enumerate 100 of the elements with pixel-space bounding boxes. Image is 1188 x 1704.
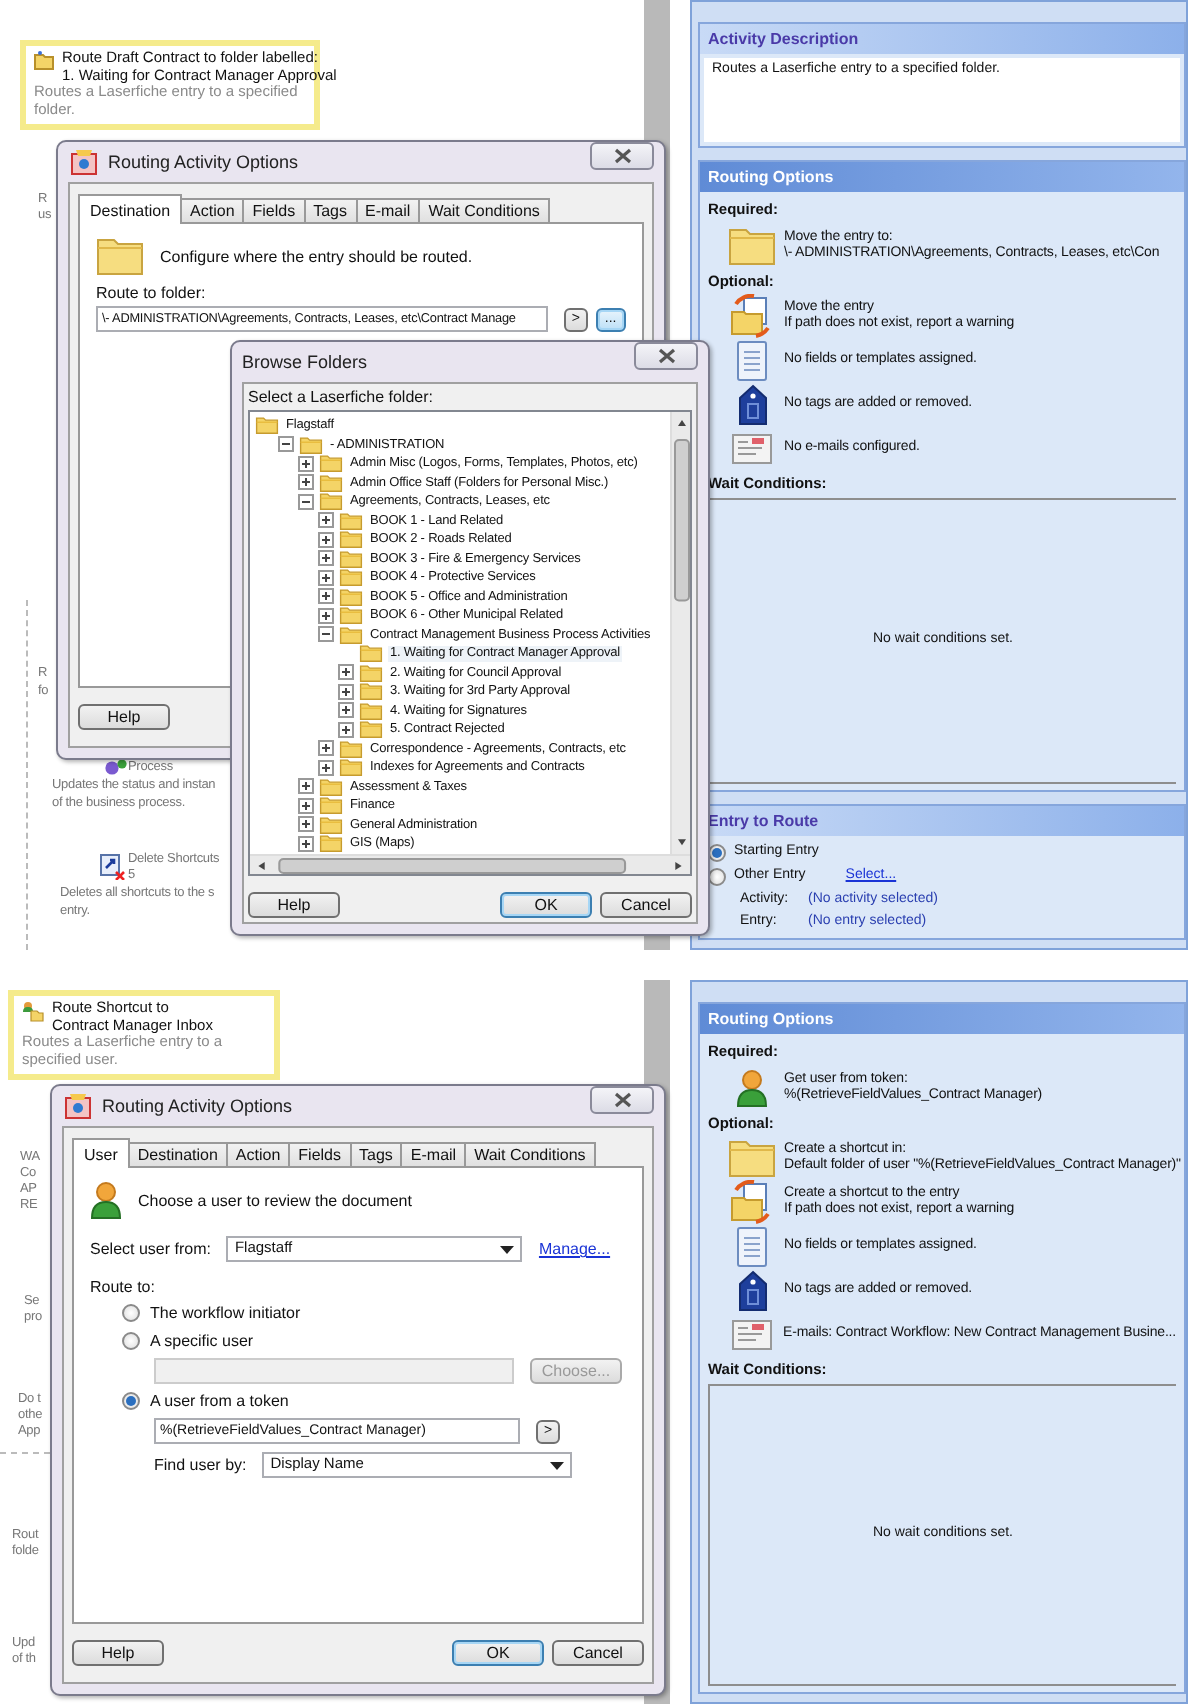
close-icon xyxy=(613,1092,631,1108)
folder-icon xyxy=(358,663,384,682)
folder-icon xyxy=(338,568,364,587)
help-button[interactable]: Help xyxy=(78,703,170,730)
cancel-button[interactable]: Cancel xyxy=(552,1639,644,1666)
expander-icon[interactable] xyxy=(298,493,314,510)
section-header: Routing Options xyxy=(700,162,1184,192)
tab[interactable]: Wait Conditions xyxy=(418,198,550,223)
tab[interactable]: Wait Conditions xyxy=(464,1142,596,1167)
process-icon xyxy=(104,758,128,776)
instruction-text: Choose a user to review the document xyxy=(138,1191,412,1210)
tab[interactable]: Fields xyxy=(242,198,306,223)
radio-label: A user from a token xyxy=(150,1391,289,1411)
folder-icon xyxy=(318,796,344,815)
scrollbar[interactable] xyxy=(250,853,690,874)
tab[interactable]: Destination xyxy=(127,1142,228,1167)
cancel-button[interactable]: Cancel xyxy=(600,891,692,918)
delete-shortcut-icon xyxy=(100,854,126,880)
folder-icon xyxy=(338,549,364,568)
expander-icon[interactable] xyxy=(318,740,334,757)
help-button[interactable]: Help xyxy=(248,891,340,918)
expander-icon[interactable] xyxy=(318,607,334,624)
close-button[interactable] xyxy=(590,1086,654,1114)
expander-icon[interactable] xyxy=(298,816,314,833)
radio-button[interactable] xyxy=(122,1331,140,1350)
folder-icon xyxy=(358,701,384,720)
email-icon xyxy=(728,1319,776,1350)
folder-icon xyxy=(338,587,364,606)
expander-icon[interactable] xyxy=(278,436,294,453)
tree-label: Select a Laserfiche folder: xyxy=(248,388,435,407)
dropdown-icon xyxy=(500,1245,515,1254)
radio-button[interactable] xyxy=(122,1304,140,1323)
folder-icon xyxy=(318,777,344,796)
scrollbar[interactable] xyxy=(670,412,690,854)
folder-icon xyxy=(358,682,384,701)
user-folder-icon xyxy=(22,1000,44,1022)
field-label: Select user from: xyxy=(90,1240,211,1259)
expander-icon[interactable] xyxy=(338,702,354,719)
expander-icon[interactable] xyxy=(318,569,334,586)
tab[interactable]: Fields xyxy=(288,1142,351,1167)
user-name-field[interactable] xyxy=(154,1357,514,1384)
field-label: Route to: xyxy=(90,1278,157,1297)
folder-icon xyxy=(318,834,344,853)
ok-button[interactable]: OK xyxy=(452,1639,544,1666)
field-label: Find user by: xyxy=(154,1456,247,1475)
manage-link[interactable]: Manage... xyxy=(538,1240,611,1259)
section-header: Activity Description xyxy=(700,24,1184,54)
tab[interactable]: Action xyxy=(180,198,245,223)
folder-icon xyxy=(728,1138,776,1179)
close-icon xyxy=(613,148,631,164)
close-icon xyxy=(657,348,675,364)
expander-icon[interactable] xyxy=(298,835,314,852)
expander-icon[interactable] xyxy=(298,474,314,491)
folder-icon xyxy=(338,530,364,549)
tab[interactable]: Tags xyxy=(349,1142,403,1167)
dropdown-icon xyxy=(550,1461,565,1470)
section-header: Routing Options xyxy=(700,1004,1184,1034)
expander-icon[interactable] xyxy=(318,626,334,643)
folder-icon xyxy=(254,416,280,435)
close-button[interactable] xyxy=(634,342,698,370)
expander-icon[interactable] xyxy=(298,455,314,472)
email-icon xyxy=(728,433,776,464)
dialog-icon xyxy=(62,1090,94,1122)
dialog-title: Routing Activity Options xyxy=(102,1095,293,1117)
expander-icon[interactable] xyxy=(298,778,314,795)
tab[interactable]: Action xyxy=(225,1142,291,1167)
expander-icon[interactable] xyxy=(318,588,334,605)
close-button[interactable] xyxy=(590,142,654,170)
expander-icon[interactable] xyxy=(318,759,334,776)
tab[interactable]: Tags xyxy=(303,198,358,223)
folder-icon xyxy=(338,625,364,644)
folder-icon xyxy=(318,454,344,473)
folder-icon xyxy=(338,511,364,530)
folder-icon xyxy=(728,225,776,266)
help-button[interactable]: Help xyxy=(72,1639,164,1666)
expander-icon[interactable] xyxy=(318,531,334,548)
folder-icon xyxy=(298,435,324,454)
tab[interactable]: User xyxy=(72,1138,130,1169)
radio-label: The workflow initiator xyxy=(150,1304,301,1324)
expander-icon[interactable] xyxy=(318,550,334,567)
radio-button[interactable] xyxy=(122,1392,140,1411)
tab[interactable]: Destination xyxy=(78,194,183,225)
field-label: Route to folder: xyxy=(96,284,208,303)
folder-icon xyxy=(318,473,344,492)
folder-icon xyxy=(318,815,344,834)
folder-icon xyxy=(338,606,364,625)
expander-icon[interactable] xyxy=(298,797,314,814)
dialog-icon xyxy=(68,146,100,178)
ok-button[interactable]: OK xyxy=(500,891,592,918)
folder-icon xyxy=(34,50,54,70)
folder-icon xyxy=(338,739,364,758)
expander-icon[interactable] xyxy=(338,721,354,738)
expander-icon[interactable] xyxy=(338,664,354,681)
tab[interactable]: E-mail xyxy=(400,1142,467,1167)
tab[interactable]: E-mail xyxy=(355,198,421,223)
folder-icon xyxy=(358,644,384,663)
instruction-text: Configure where the entry should be routed. xyxy=(160,247,473,266)
expander-icon[interactable] xyxy=(318,512,334,529)
expander-icon[interactable] xyxy=(338,683,354,700)
user-icon xyxy=(90,1180,122,1221)
